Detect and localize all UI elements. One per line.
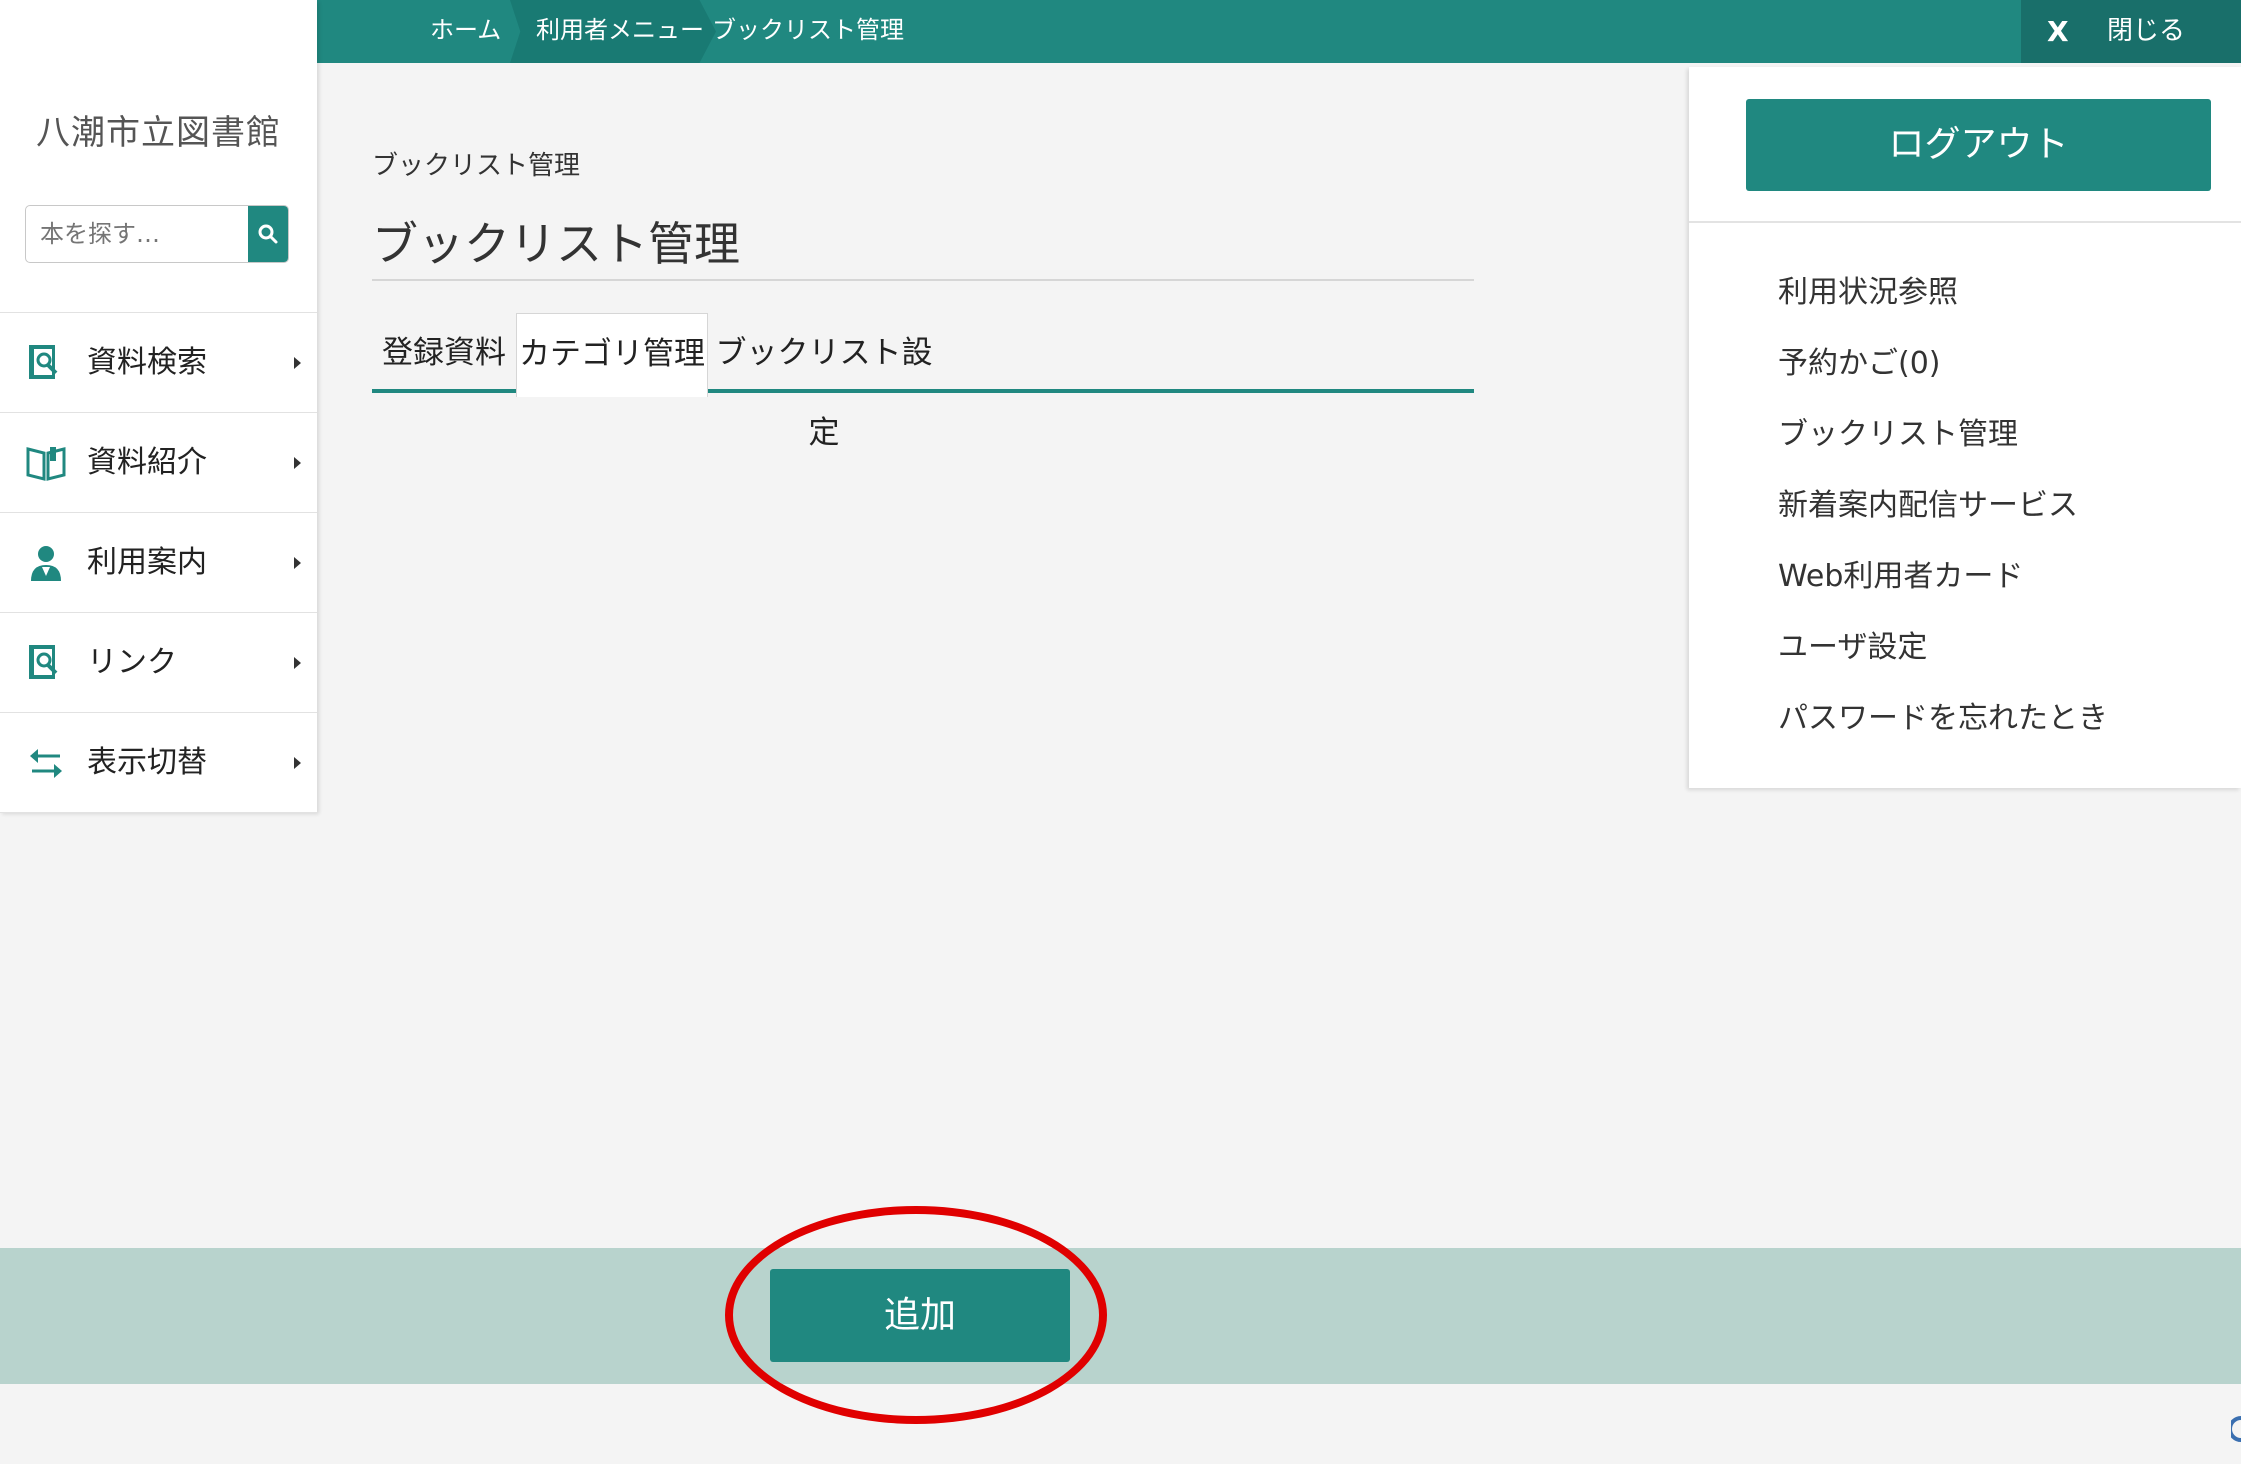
menu-link-usage-status[interactable]: 利用状況参照 xyxy=(1778,267,2108,338)
sidebar-item-label: リンク xyxy=(87,645,177,680)
menu-link-web-card[interactable]: Web利用者カード xyxy=(1778,551,2108,622)
menu-link-forgot-password[interactable]: パスワードを忘れたとき xyxy=(1778,693,2108,764)
sidebar-item-label: 利用案内 xyxy=(87,545,207,580)
chevron-right-icon xyxy=(294,757,301,769)
sidebar-item-label: 資料紹介 xyxy=(87,445,207,480)
book-search-icon xyxy=(29,345,58,379)
menu-link-new-arrivals[interactable]: 新着案内配信サービス xyxy=(1778,480,2108,551)
user-menu-panel: ログアウト 利用状況参照 予約かご(0) ブックリスト管理 新着案内配信サービス… xyxy=(1689,67,2241,788)
close-label: 閉じる xyxy=(2107,16,2186,46)
search-button[interactable] xyxy=(248,206,288,262)
action-bar xyxy=(0,1248,2241,1384)
tab-underline xyxy=(940,389,1474,393)
panel-divider xyxy=(1689,221,2241,223)
breadcrumb-home[interactable]: ホーム xyxy=(430,0,501,63)
sidebar-item-label: 資料検索 xyxy=(87,345,207,380)
tab-booklist-settings[interactable]: ブックリスト設定 xyxy=(708,313,940,451)
title-divider xyxy=(372,279,1474,281)
menu-link-user-settings[interactable]: ユーザ設定 xyxy=(1778,622,2108,693)
highlight-circle xyxy=(725,1206,1107,1424)
page-breadcrumb: ブックリスト管理 xyxy=(372,151,581,181)
open-book-icon xyxy=(26,447,66,481)
chevron-right-icon xyxy=(294,457,301,469)
sidebar-item-introduction[interactable]: 資料紹介 xyxy=(0,412,317,512)
menu-link-booklist[interactable]: ブックリスト管理 xyxy=(1778,409,2108,480)
chevron-right-icon xyxy=(294,557,301,569)
sidebar-item-guide[interactable]: 利用案内 xyxy=(0,512,317,612)
chevron-right-icon xyxy=(294,357,301,369)
tab-bar: 登録資料 カテゴリ管理 ブックリスト設定 xyxy=(372,313,1474,451)
sidebar-item-search[interactable]: 資料検索 xyxy=(0,312,317,412)
sidebar: 八潮市立図書館 資料検索 資料紹介 xyxy=(0,0,317,813)
breadcrumb-user-menu[interactable]: 利用者メニュー xyxy=(510,0,716,63)
side-menu: 資料検索 資料紹介 利用案内 リンク 表示切替 xyxy=(0,312,317,813)
search-input[interactable] xyxy=(26,206,241,262)
chevron-right-icon xyxy=(294,657,301,669)
menu-link-reservation-cart[interactable]: 予約かご(0) xyxy=(1778,338,2108,409)
close-icon: X xyxy=(2047,15,2069,48)
close-button[interactable]: X 閉じる xyxy=(2021,0,2241,63)
user-menu-links: 利用状況参照 予約かご(0) ブックリスト管理 新着案内配信サービス Web利用… xyxy=(1778,267,2108,764)
sidebar-item-label: 表示切替 xyxy=(87,745,207,780)
library-name[interactable]: 八潮市立図書館 xyxy=(0,105,317,154)
page-title: ブックリスト管理 xyxy=(372,217,740,271)
sidebar-item-display-switch[interactable]: 表示切替 xyxy=(0,712,317,813)
person-icon xyxy=(31,546,61,581)
search-box xyxy=(25,205,289,263)
tab-registered-items[interactable]: 登録資料 xyxy=(372,313,516,393)
corner-logo-icon xyxy=(2231,1416,2241,1442)
sidebar-item-links[interactable]: リンク xyxy=(0,612,317,712)
logout-button[interactable]: ログアウト xyxy=(1746,99,2211,191)
breadcrumb-current: ブックリスト管理 xyxy=(712,16,904,44)
swap-arrows-icon xyxy=(30,749,62,778)
book-search-icon xyxy=(29,645,58,679)
search-icon xyxy=(258,224,278,244)
tab-category-management[interactable]: カテゴリ管理 xyxy=(516,313,708,397)
